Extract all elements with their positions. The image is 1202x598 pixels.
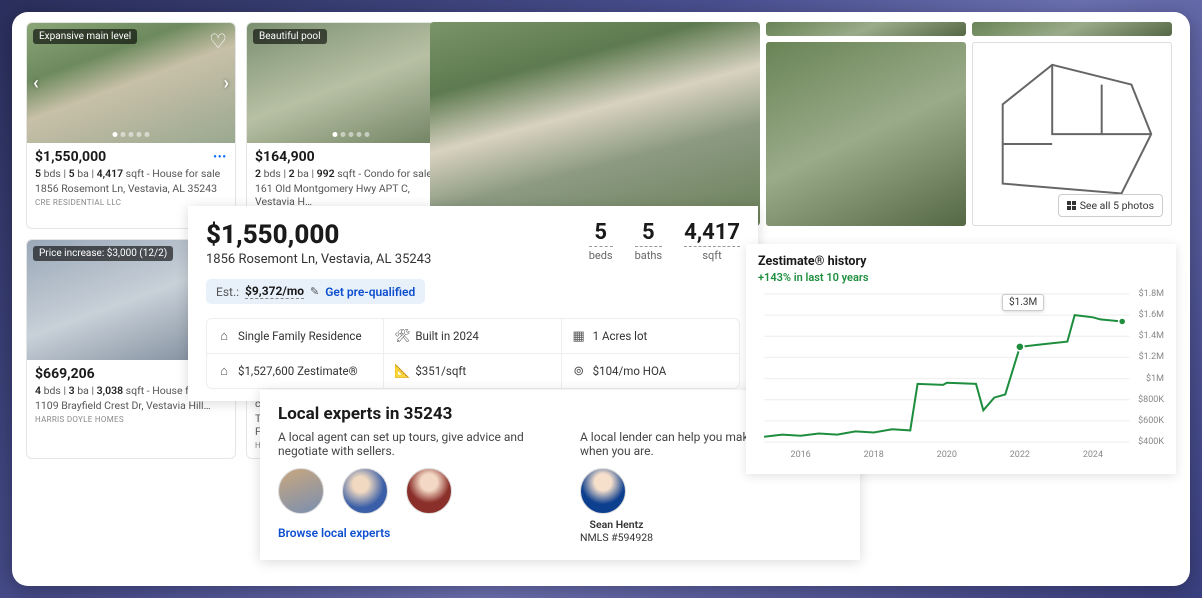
agent-text: A local agent can set up tours, give adv… [278,430,540,458]
listing-price: $1,550,000••• [35,149,227,165]
hero-photo[interactable] [430,22,760,226]
listing-image[interactable]: Expansive main level ♡ ‹ › [27,23,235,143]
detail-stats: 5 beds 5 baths 4,417 sqft [589,220,740,262]
x-axis-label: 2018 [864,450,884,460]
pencil-icon[interactable]: ✎ [310,285,319,298]
zestimate-title: Zestimate® history [758,254,1164,269]
photo-thumb[interactable] [766,22,966,36]
lender-name: Sean Hentz [580,518,653,531]
agent-avatar[interactable] [278,468,324,514]
listing-broker: HARRIS DOYLE HOMES [35,415,227,424]
chart-tooltip: $1.3M [1002,294,1044,311]
app-canvas: Expansive main level ♡ ‹ › $1,550,000•••… [12,12,1190,586]
photo-thumb[interactable] [766,42,966,226]
home-icon: ⌂ [217,328,231,344]
fact-item: ⌂$1,527,600 Zestimate® [207,354,384,388]
listing-tag: Price increase: $3,000 (12/2) [33,246,173,261]
photo-collage: See all 5 photos [430,22,1172,226]
y-axis-label: $600K [1138,416,1164,426]
detail-price: $1,550,000 [206,220,431,250]
listing-address: 161 Old Montgomery Hwy APT C, Vestavia H… [255,182,447,208]
ruler-icon: 📐 [394,364,408,379]
facts-grid: ⌂Single Family Residence 🛠Built in 2024 … [206,318,740,389]
sqft-value: 4,417 [684,220,740,247]
y-axis-label: $800K [1138,395,1164,405]
beds-value: 5 [589,220,613,247]
grid-icon [1067,201,1076,210]
browse-experts-link[interactable]: Browse local experts [278,526,540,540]
x-axis-label: 2022 [1010,450,1030,460]
see-all-label: See all 5 photos [1080,199,1154,212]
x-axis-label: 2016 [791,450,811,460]
x-axis-label: 2020 [937,450,957,460]
listing-tag: Expansive main level [33,29,137,44]
see-all-photos-button[interactable]: See all 5 photos [1058,194,1163,217]
estimate-pill: Est.: $9,372/mo ✎ Get pre-qualified [206,279,425,304]
hoa-icon: ⊚ [572,364,586,379]
more-icon[interactable]: ••• [213,152,227,163]
chevron-left-icon[interactable]: ‹ [33,73,39,94]
listing-meta: 2 bds | 2 ba | 992 sqft - Condo for sale [255,167,447,180]
beds-label: beds [589,249,613,262]
heart-icon[interactable]: ♡ [209,29,227,53]
y-axis-label: $1M [1146,374,1164,384]
listing-meta: 5 bds | 5 ba | 4,417 sqft - House for sa… [35,167,227,180]
fact-item: ⊚$104/mo HOA [562,354,739,388]
lot-icon: ▦ [572,329,586,344]
zestimate-delta: +143% in last 10 years [758,271,1164,284]
est-label: Est.: [216,285,239,299]
fact-item: 🛠Built in 2024 [384,319,561,354]
y-axis-label: $1.6M [1139,310,1164,320]
fact-item: ⌂Single Family Residence [207,319,384,354]
x-axis-label: 2024 [1083,450,1103,460]
zestimate-icon: ⌂ [217,363,231,379]
agent-avatar[interactable] [342,468,388,514]
chevron-right-icon[interactable]: › [224,73,229,94]
est-value: $9,372/mo [245,284,304,299]
zestimate-history-panel: Zestimate® history +143% in last 10 year… [746,244,1176,474]
listing-card[interactable]: Expansive main level ♡ ‹ › $1,550,000•••… [26,22,236,229]
listing-tag: Beautiful pool [253,29,327,44]
lender-avatar[interactable] [580,468,626,514]
floorplan-thumb[interactable]: See all 5 photos [972,42,1172,226]
lender-nmls: NMLS #594928 [580,531,653,544]
zestimate-chart[interactable]: $1.3M $400K $600K $800K $1M $1.2M $1.4M $1.6M $… [758,288,1164,458]
baths-label: baths [635,249,663,262]
carousel-dots [113,132,150,137]
listing-image[interactable]: Beautiful pool ♡ [247,23,455,143]
detail-address: 1856 Rosemont Ln, Vestavia, AL 35243 [206,252,431,267]
y-axis-label: $1.8M [1139,289,1164,299]
y-axis-label: $400K [1138,437,1164,447]
property-detail-panel: $1,550,000 1856 Rosemont Ln, Vestavia, A… [188,206,758,401]
listing-address: 1856 Rosemont Ln, Vestavia, AL 35243 [35,182,227,195]
photo-thumb[interactable] [972,22,1172,36]
y-axis-label: $1.4M [1139,331,1164,341]
hammer-icon: 🛠 [394,329,408,344]
listing-price: $164,900 [255,149,447,165]
y-axis-label: $1.2M [1139,352,1164,362]
listing-card[interactable]: Beautiful pool ♡ $164,900 2 bds | 2 ba |… [246,22,456,229]
sqft-label: sqft [684,249,740,262]
fact-item: ▦1 Acres lot [562,319,739,354]
baths-value: 5 [635,220,663,247]
fact-item: 📐$351/sqft [384,354,561,388]
prequalify-link[interactable]: Get pre-qualified [325,285,415,299]
carousel-dots [333,132,370,137]
agent-avatar[interactable] [406,468,452,514]
